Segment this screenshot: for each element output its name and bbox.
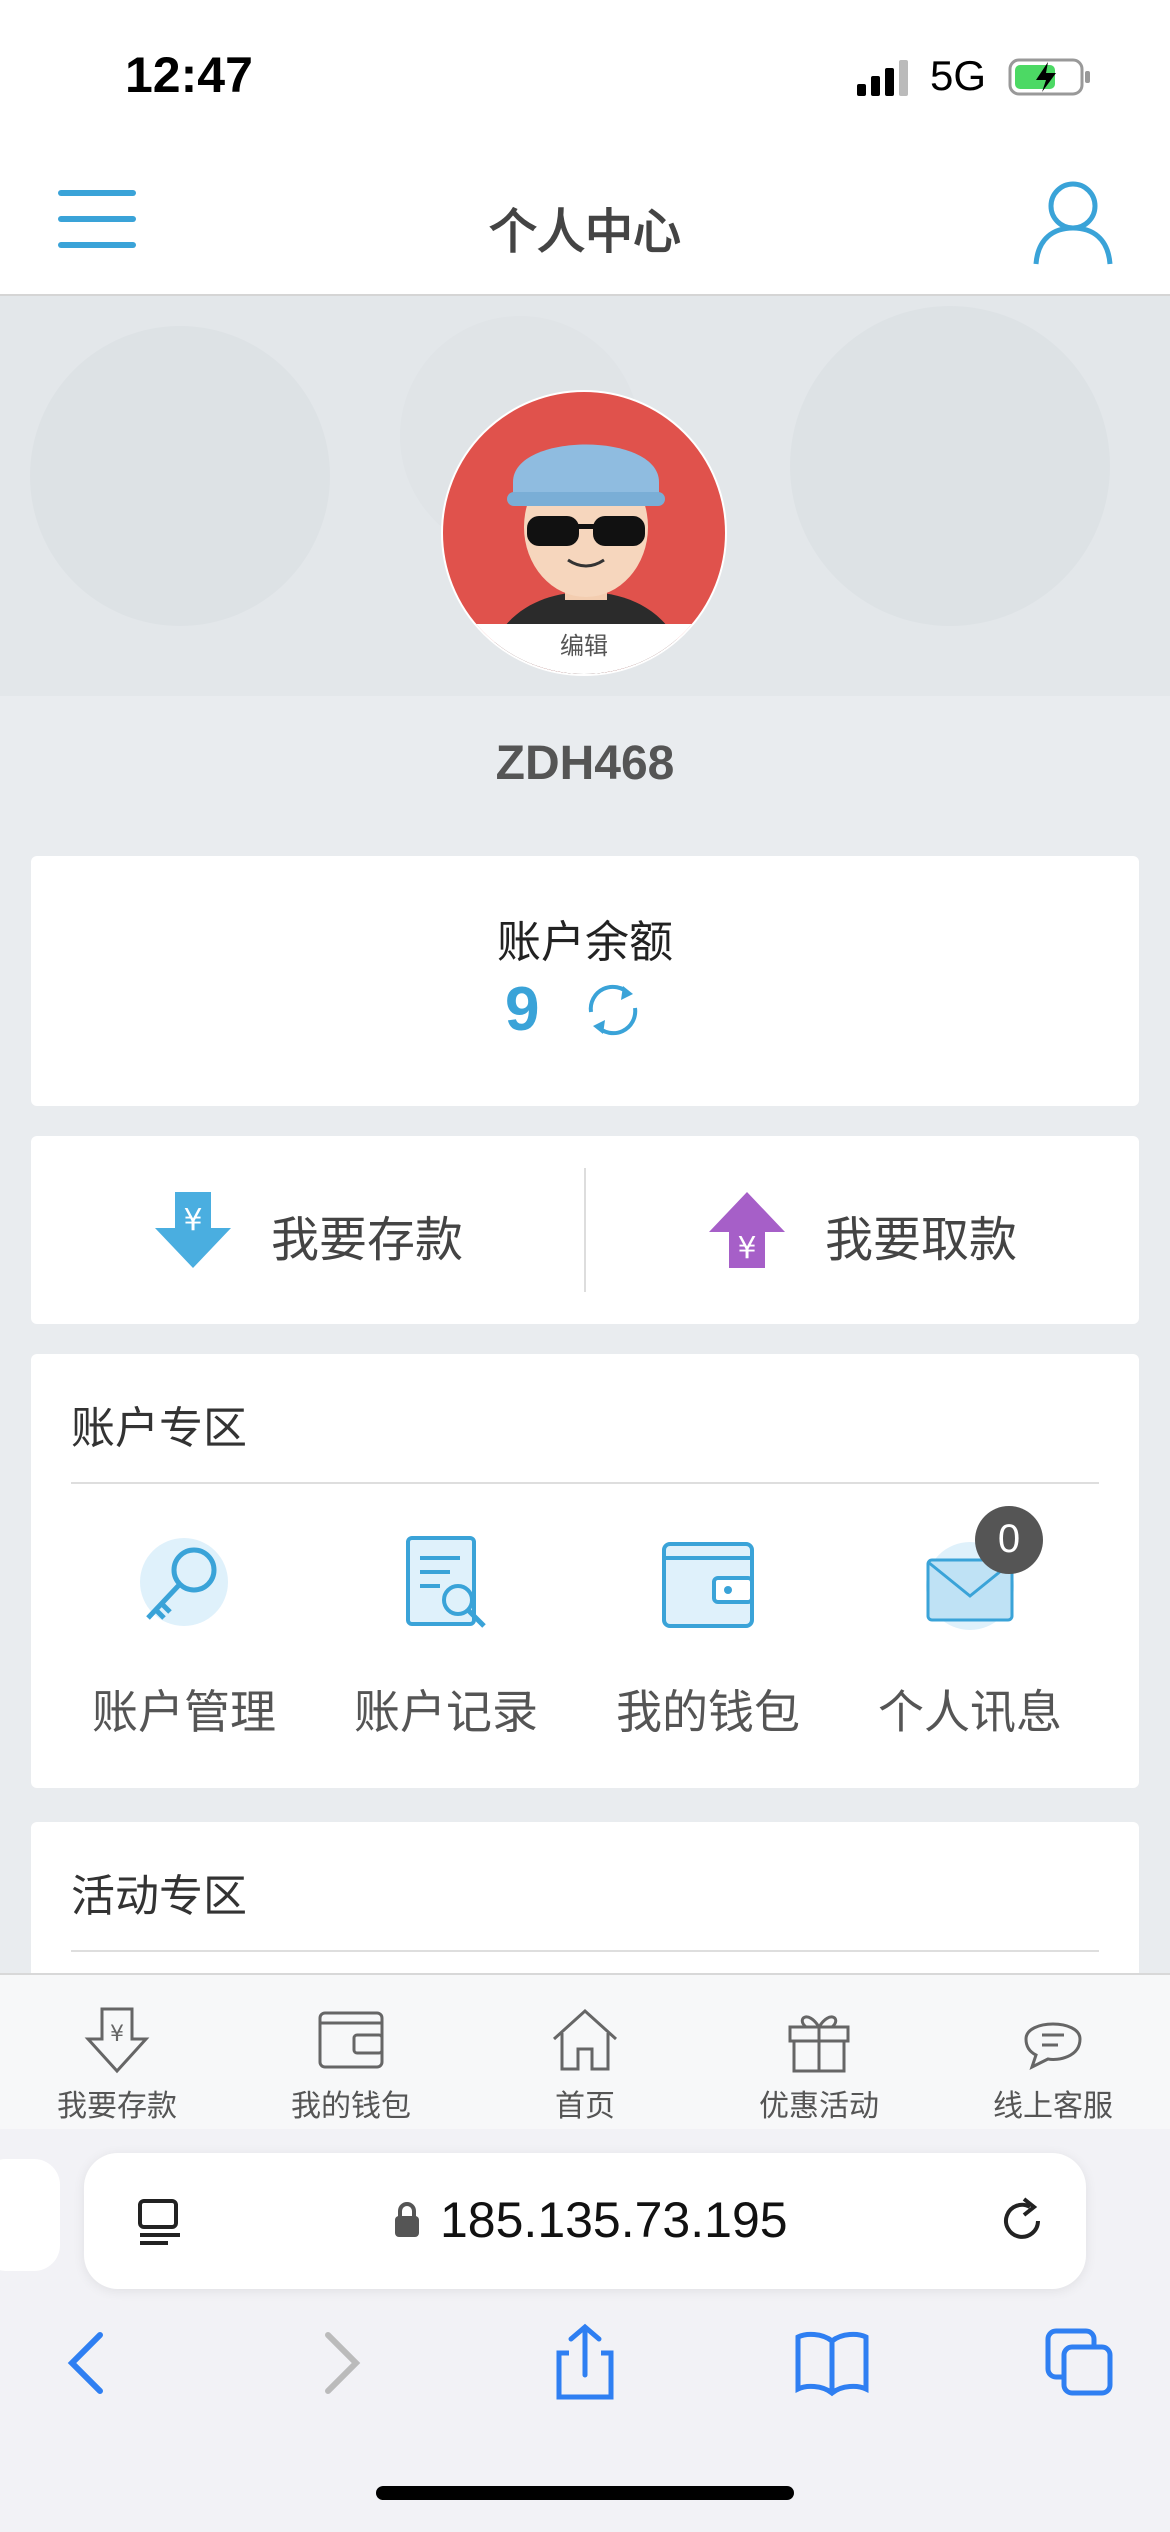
account-management-item[interactable]: 账户管理	[59, 1534, 309, 1739]
tab-home-label: 首页	[555, 2089, 615, 2124]
tab-customer-service-label: 线上客服	[993, 2089, 1113, 2124]
personal-messages-label: 个人讯息	[878, 1685, 1062, 1739]
account-zone-divider	[71, 1482, 1099, 1484]
account-records-item[interactable]: 账户记录	[321, 1534, 571, 1739]
personal-messages-item[interactable]: 0 个人讯息	[845, 1506, 1095, 1739]
browser-toolbar: 185.135.73.195	[0, 2129, 1170, 2532]
username: ZDH468	[495, 737, 675, 790]
tab-deposit-label: 我要存款	[57, 2089, 177, 2124]
tab-promotions[interactable]: 优惠活动	[702, 1975, 936, 2131]
balance-card: 账户余额 9	[31, 856, 1139, 1106]
svg-text:¥: ¥	[737, 1231, 756, 1266]
balance-value: 9	[505, 975, 540, 1044]
account-management-label: 账户管理	[92, 1685, 276, 1739]
address-bar[interactable]: 185.135.73.195	[84, 2153, 1086, 2289]
my-wallet-label: 我的钱包	[616, 1685, 800, 1739]
home-indicator	[376, 2486, 794, 2500]
signal-icon	[857, 60, 908, 96]
wallet-icon	[662, 1542, 754, 1628]
tab-customer-service[interactable]: 线上客服	[936, 1975, 1170, 2131]
tab-wallet[interactable]: 我的钱包	[234, 1975, 468, 2131]
share-icon[interactable]	[545, 2323, 625, 2403]
account-zone-card: 账户专区 账户管理 账户记录 我的钱包 0 个人讯息	[31, 1354, 1139, 1788]
deposit-label: 我要存款	[271, 1212, 464, 1268]
svg-text:¥: ¥	[183, 1203, 202, 1238]
battery-icon	[1008, 58, 1090, 96]
status-time: 12:47	[125, 47, 253, 103]
message-count-badge: 0	[975, 1506, 1043, 1574]
avatar[interactable]: 编辑	[441, 390, 727, 676]
page-menu-icon[interactable]	[134, 2195, 186, 2247]
forward-icon[interactable]	[300, 2323, 380, 2403]
deposit-button[interactable]: ¥ 我要存款	[31, 1136, 585, 1324]
account-zone-title: 账户专区	[71, 1403, 247, 1454]
balance-label: 账户余额	[497, 917, 673, 968]
withdraw-button[interactable]: ¥ 我要取款	[585, 1136, 1139, 1324]
url-text: 185.135.73.195	[440, 2192, 788, 2248]
tab-wallet-label: 我的钱包	[291, 2089, 411, 2124]
tabs-icon[interactable]	[1040, 2323, 1120, 2403]
wallet-icon	[318, 2011, 384, 2069]
activity-zone-card: 活动专区	[31, 1822, 1139, 1973]
deposit-withdraw-card: ¥ 我要存款 ¥ 我要取款	[31, 1136, 1139, 1324]
bottom-tab-bar: ¥ 我要存款 我的钱包 首页 优惠活动 线上客服	[0, 1973, 1170, 2129]
reload-icon[interactable]	[994, 2193, 1050, 2249]
bookmarks-icon[interactable]	[792, 2323, 872, 2403]
network-label: 5G	[930, 52, 987, 99]
page-title: 个人中心	[488, 204, 681, 260]
chat-icon	[1024, 2022, 1082, 2070]
home-icon	[552, 2008, 618, 2071]
refresh-icon[interactable]	[577, 974, 649, 1046]
status-bar: 12:47 5G	[0, 0, 1170, 150]
my-wallet-item[interactable]: 我的钱包	[583, 1534, 833, 1739]
svg-text:¥: ¥	[110, 2022, 124, 2047]
app-header: 个人中心	[0, 150, 1170, 296]
withdraw-arrow-icon: ¥	[709, 1192, 785, 1268]
tab-promotions-label: 优惠活动	[759, 2089, 879, 2124]
tab-home[interactable]: 首页	[468, 1975, 702, 2131]
avatar-edit-label[interactable]: 编辑	[443, 624, 725, 674]
lock-icon	[395, 2202, 419, 2237]
previous-tab-preview[interactable]	[0, 2159, 60, 2271]
key-icon	[140, 1538, 228, 1626]
withdraw-label: 我要取款	[825, 1212, 1018, 1268]
back-icon[interactable]	[48, 2323, 128, 2403]
activity-zone-title: 活动专区	[71, 1871, 247, 1922]
activity-zone-divider	[71, 1950, 1099, 1952]
user-icon[interactable]	[1030, 176, 1116, 266]
main-content: 编辑 ZDH468 账户余额 9 ¥ 我要存款 ¥ 我要取款 账户专区 账户管理…	[0, 296, 1170, 1973]
tab-deposit[interactable]: ¥ 我要存款	[0, 1975, 234, 2131]
deposit-arrow-icon: ¥	[155, 1192, 231, 1268]
document-search-icon	[406, 1536, 486, 1628]
deposit-icon: ¥	[84, 2007, 150, 2074]
gift-icon	[788, 2015, 850, 2073]
account-records-label: 账户记录	[354, 1685, 538, 1739]
